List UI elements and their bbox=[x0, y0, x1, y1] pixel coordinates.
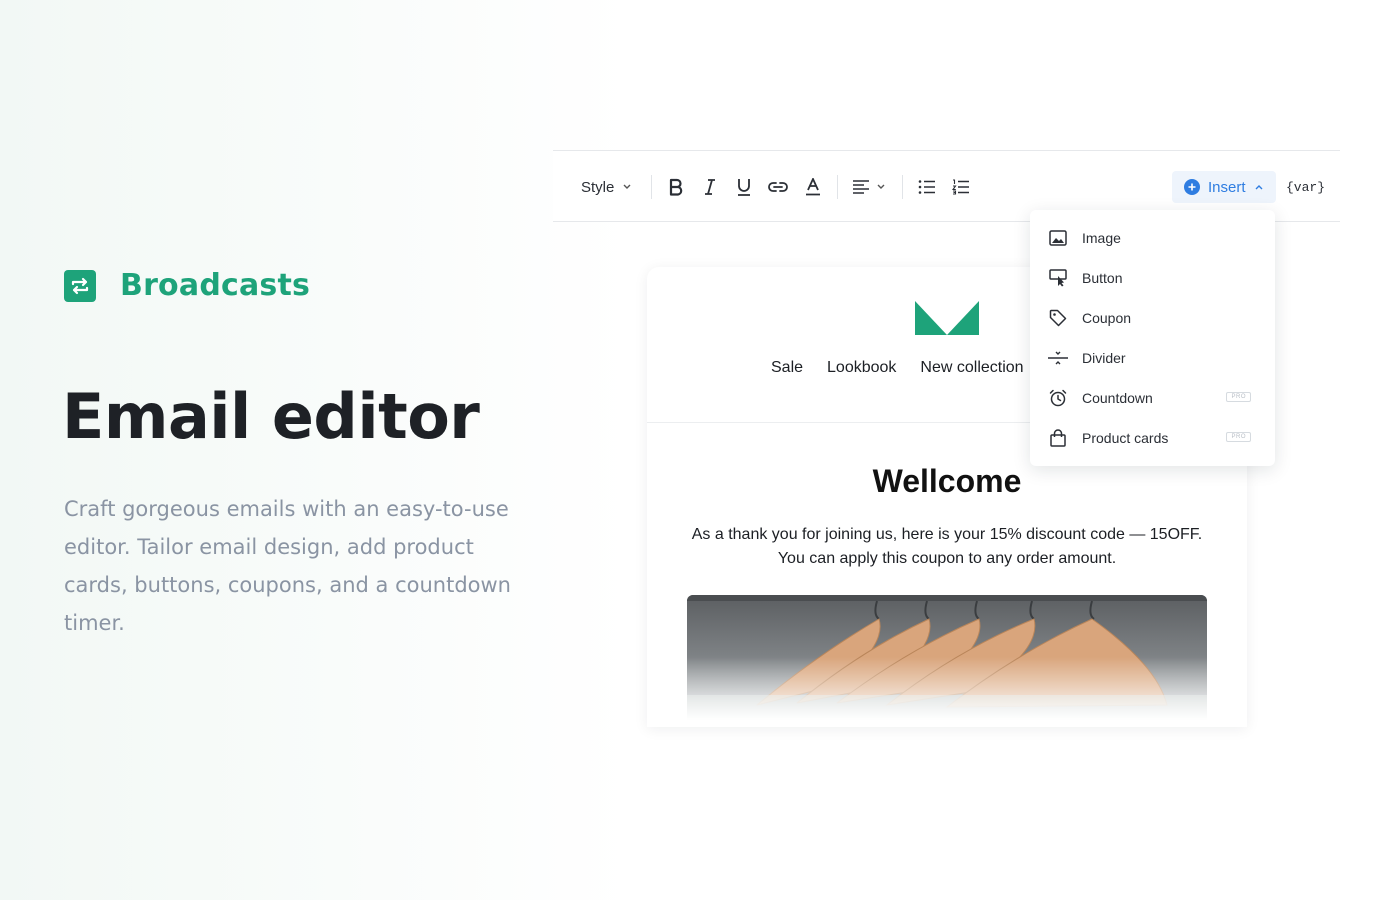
bullet-list-icon bbox=[918, 180, 935, 194]
shopping-bag-icon bbox=[1048, 428, 1068, 448]
variable-button[interactable]: {var} bbox=[1286, 151, 1325, 223]
bold-button[interactable] bbox=[664, 151, 688, 223]
email-nav-item[interactable]: New collection bbox=[920, 359, 1023, 377]
menu-item-button[interactable]: Button bbox=[1030, 258, 1275, 298]
text-color-button[interactable] bbox=[801, 151, 825, 223]
email-body-text[interactable]: As a thank you for joining us, here is y… bbox=[677, 523, 1217, 571]
email-heading[interactable]: Wellcome bbox=[647, 463, 1247, 500]
menu-item-countdown[interactable]: Countdown PRO bbox=[1030, 378, 1275, 418]
divider-icon bbox=[1048, 348, 1068, 368]
broadcast-icon bbox=[64, 269, 96, 302]
pro-badge: PRO bbox=[1226, 432, 1251, 442]
button-icon bbox=[1048, 268, 1068, 288]
insert-label: Insert bbox=[1208, 178, 1246, 196]
menu-item-label: Divider bbox=[1082, 350, 1126, 366]
numbered-list-icon bbox=[952, 179, 969, 195]
italic-button[interactable] bbox=[698, 151, 722, 223]
menu-item-label: Countdown bbox=[1082, 390, 1153, 406]
menu-item-label: Product cards bbox=[1082, 430, 1169, 446]
chevron-up-icon bbox=[1255, 185, 1263, 190]
italic-icon bbox=[705, 179, 715, 195]
brand: Broadcasts bbox=[64, 268, 310, 303]
menu-item-label: Image bbox=[1082, 230, 1121, 246]
insert-menu: Image Button Coupon Divider Countdown PR… bbox=[1030, 210, 1275, 466]
chevron-down-icon bbox=[877, 184, 885, 189]
chevron-down-icon bbox=[623, 184, 631, 189]
email-logo bbox=[915, 301, 979, 339]
menu-item-label: Coupon bbox=[1082, 310, 1132, 326]
text-color-icon bbox=[806, 178, 820, 196]
menu-item-product-cards[interactable]: Product cards PRO bbox=[1030, 418, 1275, 458]
toolbar-divider bbox=[651, 175, 652, 199]
style-dropdown[interactable]: Style bbox=[581, 151, 632, 223]
align-left-icon bbox=[853, 180, 869, 194]
style-label: Style bbox=[581, 178, 615, 196]
brand-name: Broadcasts bbox=[120, 268, 311, 303]
email-nav-item[interactable]: Lookbook bbox=[827, 359, 896, 377]
email-nav-item[interactable]: Sale bbox=[771, 359, 803, 377]
menu-item-label: Button bbox=[1082, 270, 1123, 286]
underline-button[interactable] bbox=[732, 151, 756, 223]
page-title: Email editor bbox=[62, 380, 480, 453]
underline-icon bbox=[738, 179, 750, 196]
alarm-clock-icon bbox=[1048, 388, 1068, 408]
toolbar-divider bbox=[837, 175, 838, 199]
tag-icon bbox=[1048, 308, 1068, 328]
bullet-list-button[interactable] bbox=[915, 151, 939, 223]
email-hero-image[interactable] bbox=[687, 595, 1207, 727]
hero-description: Craft gorgeous emails with an easy-to-us… bbox=[64, 497, 511, 635]
pro-badge: PRO bbox=[1226, 392, 1251, 402]
menu-item-divider[interactable]: Divider bbox=[1030, 338, 1275, 378]
toolbar-divider bbox=[902, 175, 903, 199]
insert-button[interactable]: Insert bbox=[1172, 171, 1276, 203]
menu-item-image[interactable]: Image bbox=[1030, 218, 1275, 258]
link-button[interactable] bbox=[766, 151, 790, 223]
link-icon bbox=[768, 182, 788, 192]
plus-circle-icon bbox=[1184, 179, 1200, 195]
bold-icon bbox=[669, 178, 683, 196]
menu-item-coupon[interactable]: Coupon bbox=[1030, 298, 1275, 338]
image-icon bbox=[1048, 228, 1068, 248]
numbered-list-button[interactable] bbox=[949, 151, 973, 223]
align-dropdown[interactable] bbox=[852, 151, 886, 223]
